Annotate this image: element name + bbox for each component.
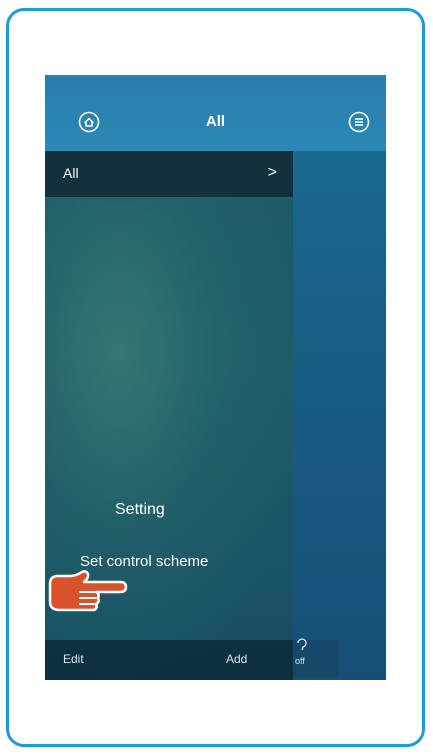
add-button[interactable]: Add: [226, 652, 247, 666]
pointing-hand-icon: [46, 568, 128, 618]
chevron-right-icon: >: [267, 164, 277, 181]
device-tile-label: off: [295, 656, 305, 666]
device-tile[interactable]: off: [293, 638, 339, 678]
bottom-bar: Edit Add: [45, 640, 293, 680]
drawer-header-label: All: [63, 165, 79, 181]
edit-button[interactable]: Edit: [63, 652, 84, 666]
page-title: All: [205, 113, 226, 130]
menu-item-setting[interactable]: Setting: [115, 501, 165, 519]
top-bar: All: [45, 75, 386, 151]
drawer-header[interactable]: All >: [45, 151, 293, 197]
menu-circle-icon[interactable]: [348, 111, 370, 133]
